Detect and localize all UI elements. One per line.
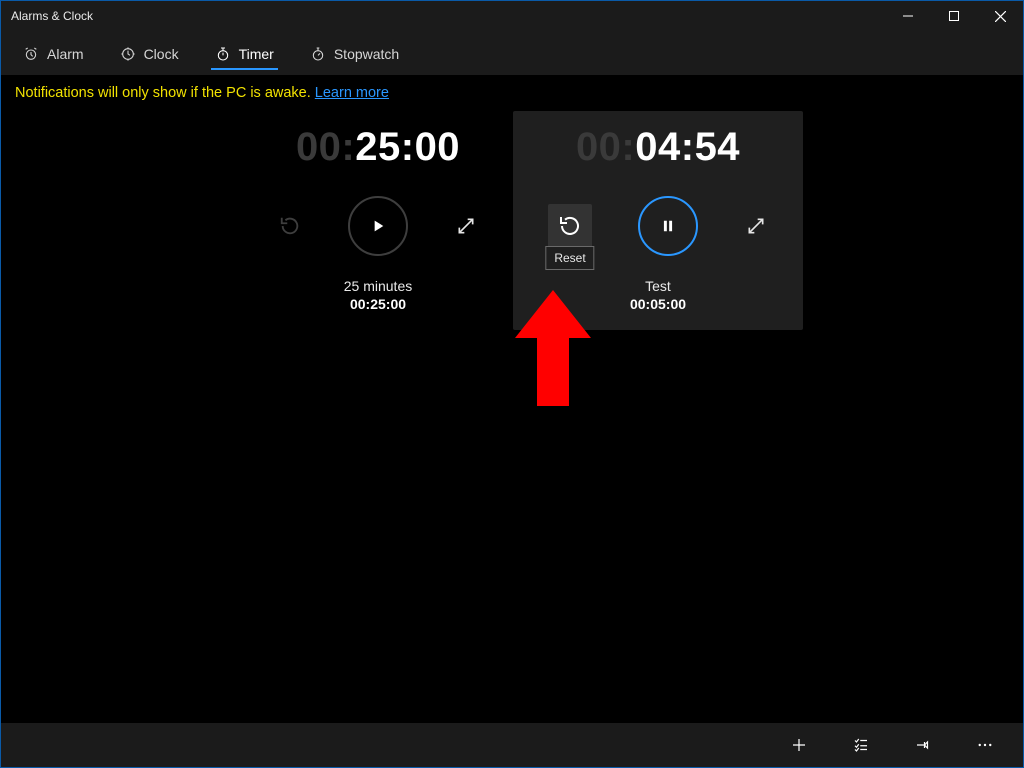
pause-icon [661, 219, 675, 233]
expand-icon [746, 216, 766, 236]
tab-alarm-label: Alarm [47, 46, 84, 62]
select-button[interactable] [847, 731, 875, 759]
alarm-icon [23, 46, 39, 62]
reset-icon [558, 214, 582, 238]
tab-alarm[interactable]: Alarm [19, 38, 88, 68]
notification-bar: Notifications will only show if the PC i… [1, 75, 1023, 111]
more-button[interactable] [971, 731, 999, 759]
plus-icon [790, 736, 808, 754]
nav-tabs: Alarm Clock Timer Stopwatch [1, 31, 1023, 75]
tab-stopwatch[interactable]: Stopwatch [306, 38, 403, 68]
notification-learn-more-link[interactable]: Learn more [315, 85, 389, 101]
reset-tooltip: Reset [545, 246, 594, 270]
reset-button[interactable] [278, 214, 302, 238]
timer-hours: 00: [296, 125, 355, 170]
timer-duration: 00:25:00 [344, 296, 412, 312]
window-title: Alarms & Clock [11, 9, 93, 23]
close-button[interactable] [977, 1, 1023, 31]
timer-card[interactable]: 00: 25:00 25 minutes 00:25:00 [233, 111, 523, 330]
pin-icon [914, 736, 932, 754]
pin-button[interactable] [909, 731, 937, 759]
tab-clock-label: Clock [144, 46, 179, 62]
notification-text: Notifications will only show if the PC i… [15, 85, 315, 101]
timer-duration: 00:05:00 [630, 296, 686, 312]
checklist-icon [852, 736, 870, 754]
tab-timer-label: Timer [239, 46, 274, 62]
expand-icon [456, 216, 476, 236]
stopwatch-icon [310, 46, 326, 62]
timer-icon [215, 46, 231, 62]
tab-timer[interactable]: Timer [211, 38, 278, 68]
tab-clock[interactable]: Clock [116, 38, 183, 68]
expand-button[interactable] [744, 214, 768, 238]
play-button[interactable] [348, 196, 408, 256]
add-timer-button[interactable] [785, 731, 813, 759]
timer-name: 25 minutes [344, 278, 412, 294]
timer-minsec: 04:54 [635, 125, 740, 170]
titlebar: Alarms & Clock [1, 1, 1023, 31]
clock-icon [120, 46, 136, 62]
tab-stopwatch-label: Stopwatch [334, 46, 399, 62]
pause-button[interactable] [638, 196, 698, 256]
timer-name: Test [630, 278, 686, 294]
timer-hours: 00: [576, 125, 635, 170]
bottom-bar [1, 723, 1023, 767]
timer-card[interactable]: 00: 04:54 Reset [513, 111, 803, 330]
timer-time-display: 00: 25:00 [296, 125, 460, 170]
reset-icon [279, 215, 301, 237]
minimize-button[interactable] [885, 1, 931, 31]
play-icon [370, 218, 386, 234]
reset-button[interactable] [548, 204, 592, 248]
expand-button[interactable] [454, 214, 478, 238]
maximize-button[interactable] [931, 1, 977, 31]
timer-time-display: 00: 04:54 [576, 125, 740, 170]
more-icon [976, 736, 994, 754]
timer-minsec: 25:00 [355, 125, 460, 170]
